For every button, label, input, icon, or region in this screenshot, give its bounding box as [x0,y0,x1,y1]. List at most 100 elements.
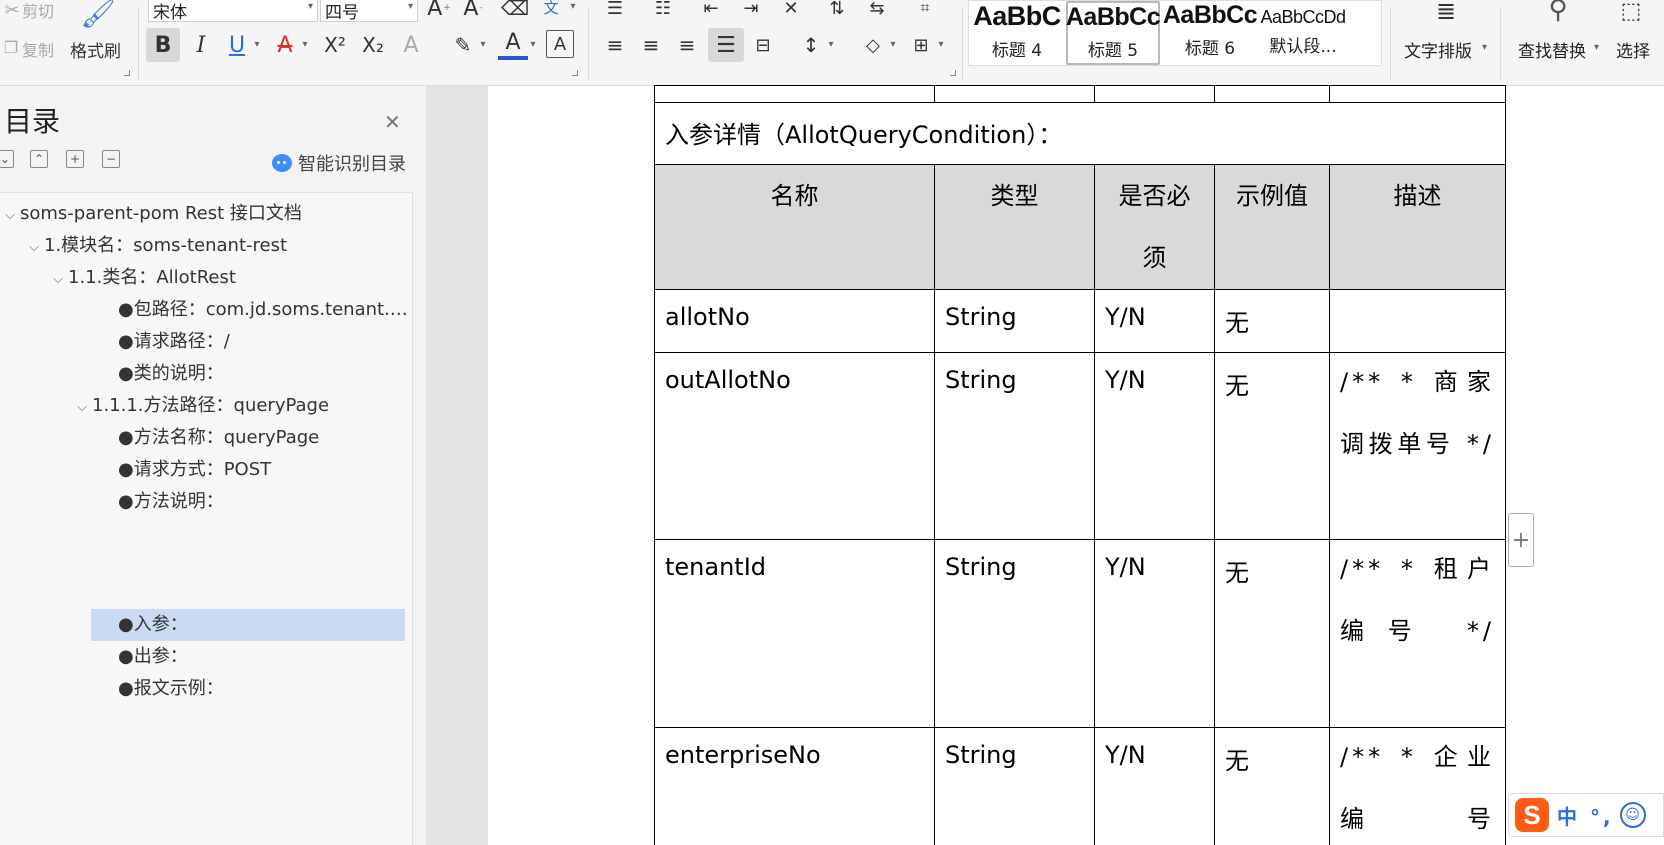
chinese-layout-icon[interactable]: ✕ [776,0,806,22]
cell-type[interactable]: String [934,352,1095,540]
clear-format-icon[interactable]: ⌫ [500,0,530,22]
cell-required[interactable]: Y/N [1094,727,1215,845]
add-heading-icon[interactable]: + [66,150,84,168]
decrease-indent-icon[interactable]: ⇤ [696,0,726,22]
font-name-select[interactable]: 宋体 ▾ [148,0,318,23]
select-button[interactable]: 选择 [1616,37,1650,62]
toc-item[interactable]: ●方法说明： [118,486,224,518]
search-icon[interactable]: ⚲ [1540,0,1576,28]
header-desc[interactable]: 描述 [1329,164,1506,290]
text-layout-button[interactable]: 文字排版 [1404,37,1472,62]
style-default-paragraph[interactable]: AaBbCcDd 默认段... [1257,1,1349,65]
chevron-down-icon[interactable]: ▾ [476,34,490,54]
format-painter-icon[interactable]: 🖌 [80,0,116,30]
toc-item[interactable]: ●报文示例： [118,673,224,705]
chevron-down-icon[interactable]: ▾ [1482,42,1487,53]
ime-mode[interactable]: 中 °, [1557,801,1614,830]
strikethrough-button[interactable]: A [270,28,300,62]
chevron-down-icon[interactable]: ▾ [526,34,540,54]
font-launcher-icon[interactable] [572,70,578,76]
subscript-button[interactable]: X₂ [356,28,390,62]
align-center-icon[interactable]: ≡ [636,30,666,60]
table-caption[interactable]: 入参详情（AllotQueryCondition）： [654,102,1506,165]
increase-indent-icon[interactable]: ⇥ [736,0,766,22]
header-example[interactable]: 示例值 [1214,164,1330,290]
cell-desc[interactable]: /** * 租户编号 */ [1329,539,1506,728]
chevron-down-icon[interactable]: ▾ [934,34,948,54]
format-painter-button[interactable]: 格式刷 [70,37,121,62]
cell-example[interactable]: 无 [1214,352,1330,540]
chevron-down-icon[interactable]: ▾ [886,34,900,54]
chevron-down-icon[interactable]: ▾ [298,34,312,54]
toc-item[interactable]: ●出参： [118,641,188,673]
grow-font-icon[interactable]: A + [424,0,454,22]
cell-desc[interactable]: /** * 企业编号 [1329,727,1506,845]
table-cell[interactable] [1329,85,1506,103]
cell-type[interactable]: String [934,727,1095,845]
cell-name[interactable]: enterpriseNo [654,727,935,845]
style-heading-5[interactable]: AaBbCc 标题 5 [1066,1,1161,65]
table-cell[interactable] [934,85,1095,103]
toc-item[interactable]: ⌵ 1.1.类名：AllotRest [48,262,236,294]
toc-item[interactable]: ⌵ 1.模块名：soms-tenant-rest [24,230,287,262]
select-icon[interactable]: ⬚ [1614,0,1648,28]
toc-item[interactable]: ●包路径：com.jd.soms.tenant.… [118,294,408,326]
align-right-icon[interactable]: ≡ [672,30,702,60]
remove-heading-icon[interactable]: − [102,150,120,168]
expand-all-icon[interactable]: ⌄ [0,150,14,168]
italic-button[interactable]: I [186,28,216,62]
toc-item[interactable]: ⌵ soms-parent-pom Rest 接口文档 [0,198,302,230]
cell-example[interactable]: 无 [1214,289,1330,353]
cell-name[interactable]: tenantId [654,539,935,728]
text-effect-button[interactable]: A [396,28,426,62]
justify-icon[interactable]: ☰ [708,28,744,62]
style-heading-6[interactable]: AaBbCc 标题 6 [1163,1,1258,65]
cell-name[interactable]: outAllotNo [654,352,935,540]
ime-toolbar[interactable]: S 中 °, ☺ [1508,793,1664,837]
toc-item[interactable]: ●请求路径：/ [118,326,230,358]
font-color-button[interactable]: A [498,28,528,60]
line-spacing-icon[interactable]: ↕ [796,30,826,60]
toc-item[interactable]: ⌵ 1.1.1.方法路径：queryPage [72,390,329,422]
font-size-select[interactable]: 四号 ▾ [320,0,418,23]
underline-button[interactable]: U [222,28,252,62]
clipboard-launcher-icon[interactable] [124,70,130,76]
chevron-down-icon[interactable]: ▾ [1594,42,1599,53]
text-layout-icon[interactable]: ≣ [1428,0,1464,28]
header-type[interactable]: 类型 [934,164,1095,290]
cell-desc[interactable] [1329,289,1506,353]
bold-button[interactable]: B [146,28,180,62]
toc-item-selected[interactable]: ●入参： [118,609,188,641]
cell-required[interactable]: Y/N [1094,289,1215,353]
char-border-button[interactable]: A [546,30,574,58]
chevron-down-icon[interactable]: ⌵ [0,200,20,232]
chevron-down-icon[interactable]: ▾ [250,34,264,54]
chevron-down-icon[interactable]: ⌵ [24,232,44,264]
toc-item[interactable]: ●请求方式：POST [118,454,271,486]
toc-item[interactable]: ●类的说明： [118,358,224,390]
highlight-icon[interactable]: ✎ [448,28,478,62]
cell-example[interactable]: 无 [1214,727,1330,845]
cell-example[interactable]: 无 [1214,539,1330,728]
cell-desc[interactable]: /** * 商家调拨单号 */ [1329,352,1506,540]
distributed-icon[interactable]: ⊟ [748,30,778,60]
show-marks-icon[interactable]: ⇆ [862,0,892,22]
header-name[interactable]: 名称 [654,164,935,290]
cell-type[interactable]: String [934,539,1095,728]
cut-button[interactable]: 剪切 [22,0,54,22]
chevron-down-icon[interactable]: ▾ [824,34,838,54]
toc-item[interactable]: ●方法名称：queryPage [118,422,319,454]
bullet-list-icon[interactable]: ☰ [600,0,630,22]
copy-button[interactable]: 复制 [22,37,54,61]
table-cell[interactable] [654,85,935,103]
table-icon[interactable]: ⌗ [910,0,940,22]
header-required[interactable]: 是否必须 [1094,164,1215,290]
chevron-down-icon[interactable]: ▾ [566,0,580,16]
cell-name[interactable]: allotNo [654,289,935,353]
params-table[interactable]: 入参详情（AllotQueryCondition）： 名称 类型 是否必须 示例… [654,85,1506,845]
chevron-down-icon[interactable]: ⌵ [48,264,68,296]
style-heading-4[interactable]: AaBbC 标题 4 [969,1,1065,65]
sort-icon[interactable]: ⇅ [822,0,852,22]
align-left-icon[interactable]: ≡ [600,30,630,60]
pinyin-guide-icon[interactable]: 文 [536,0,566,22]
